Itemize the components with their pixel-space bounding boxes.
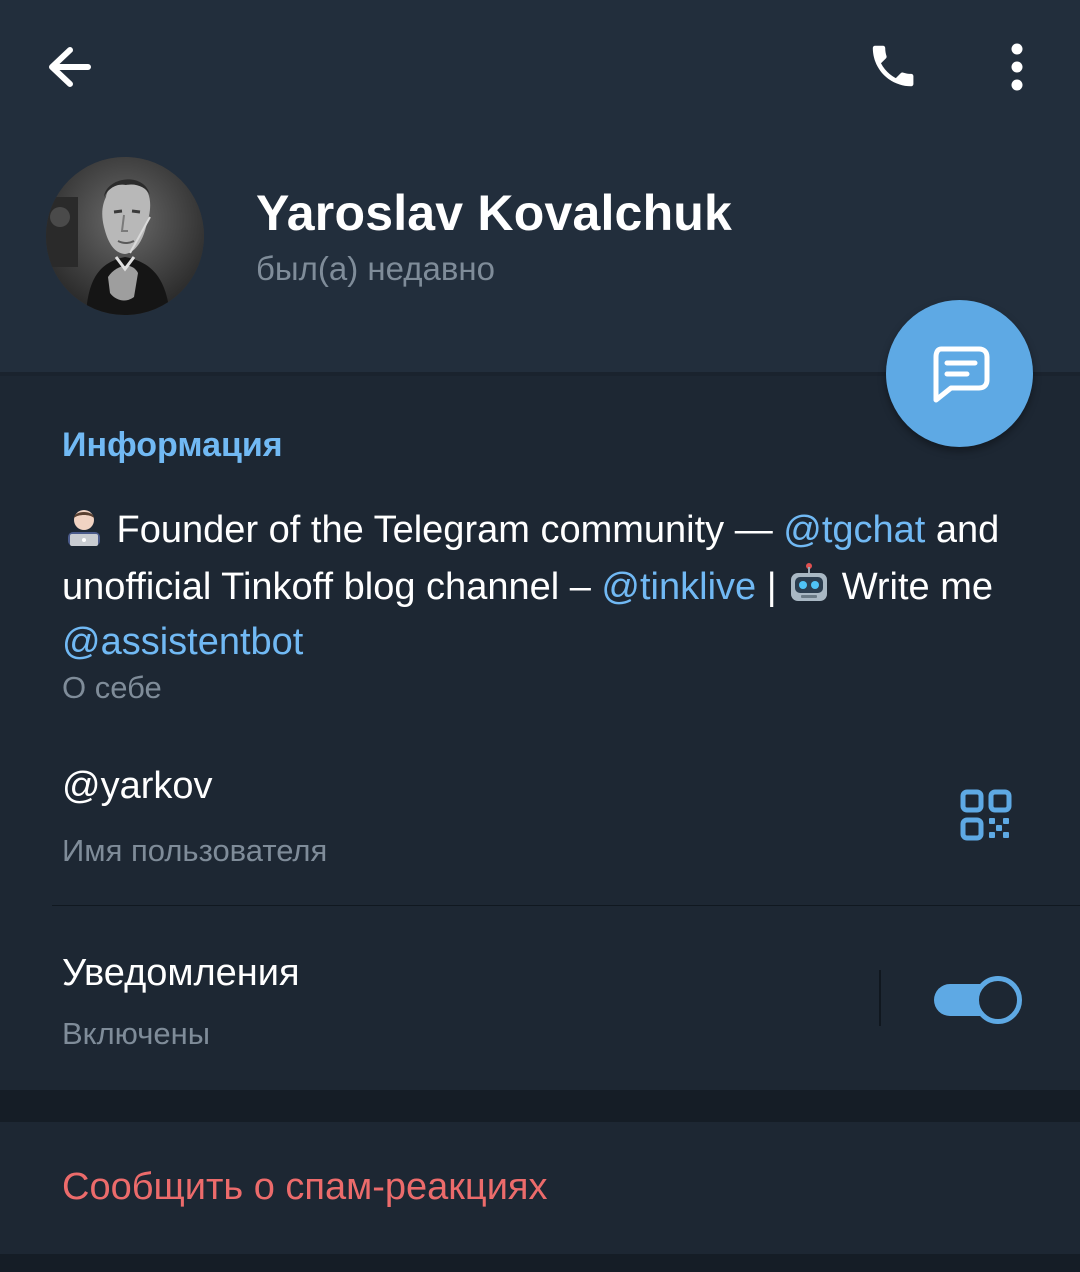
arrow-left-icon <box>49 47 91 87</box>
bio-text: Founder of the Telegram community — @tgc… <box>62 504 1042 667</box>
profile-name: Yaroslav Kovalchuk <box>256 185 733 241</box>
bottom-gap <box>0 1254 1080 1272</box>
section-title-info: Информация <box>62 426 283 464</box>
notifications-toggle[interactable] <box>934 974 1024 1024</box>
mention-link-assistentbot[interactable]: @assistentbot <box>62 621 303 663</box>
avatar[interactable] <box>46 157 204 315</box>
notifications-row[interactable]: Уведомления Включены <box>0 906 1080 1090</box>
info-section: Информация Founder of the Telegram commu… <box>0 376 1080 1090</box>
mention-link-tgchat[interactable]: @tgchat <box>783 509 925 551</box>
username-row[interactable]: @yarkov Имя пользователя <box>0 741 1080 906</box>
more-vertical-icon <box>1011 43 1023 91</box>
call-button[interactable] <box>858 34 928 100</box>
profile-last-seen: был(а) недавно <box>256 250 495 287</box>
toggle-knob <box>974 976 1022 1024</box>
username-caption: Имя пользователя <box>62 833 328 868</box>
technologist-emoji-icon <box>62 504 106 561</box>
report-spam-reactions-label: Сообщить о спам-реакциях <box>62 1166 548 1208</box>
qr-code-icon[interactable] <box>960 789 1012 846</box>
message-icon <box>933 346 990 403</box>
more-options-button[interactable] <box>990 34 1044 100</box>
report-spam-reactions-row[interactable]: Сообщить о спам-реакциях <box>0 1122 1080 1254</box>
robot-emoji-icon <box>787 561 831 618</box>
profile-screen: Yaroslav Kovalchuk был(а) недавно Информ… <box>0 0 1080 1272</box>
vertical-separator <box>879 970 881 1026</box>
username-value: @yarkov <box>62 765 213 807</box>
section-gap <box>0 1090 1080 1122</box>
back-button[interactable] <box>36 34 106 100</box>
send-message-button[interactable] <box>886 300 1033 447</box>
notifications-status: Включены <box>62 1016 211 1051</box>
bio-caption: О себе <box>62 670 162 705</box>
avatar-photo <box>46 157 204 315</box>
notifications-title: Уведомления <box>62 952 300 994</box>
mention-link-tinklive[interactable]: @tinklive <box>601 566 756 608</box>
phone-icon <box>872 45 914 87</box>
